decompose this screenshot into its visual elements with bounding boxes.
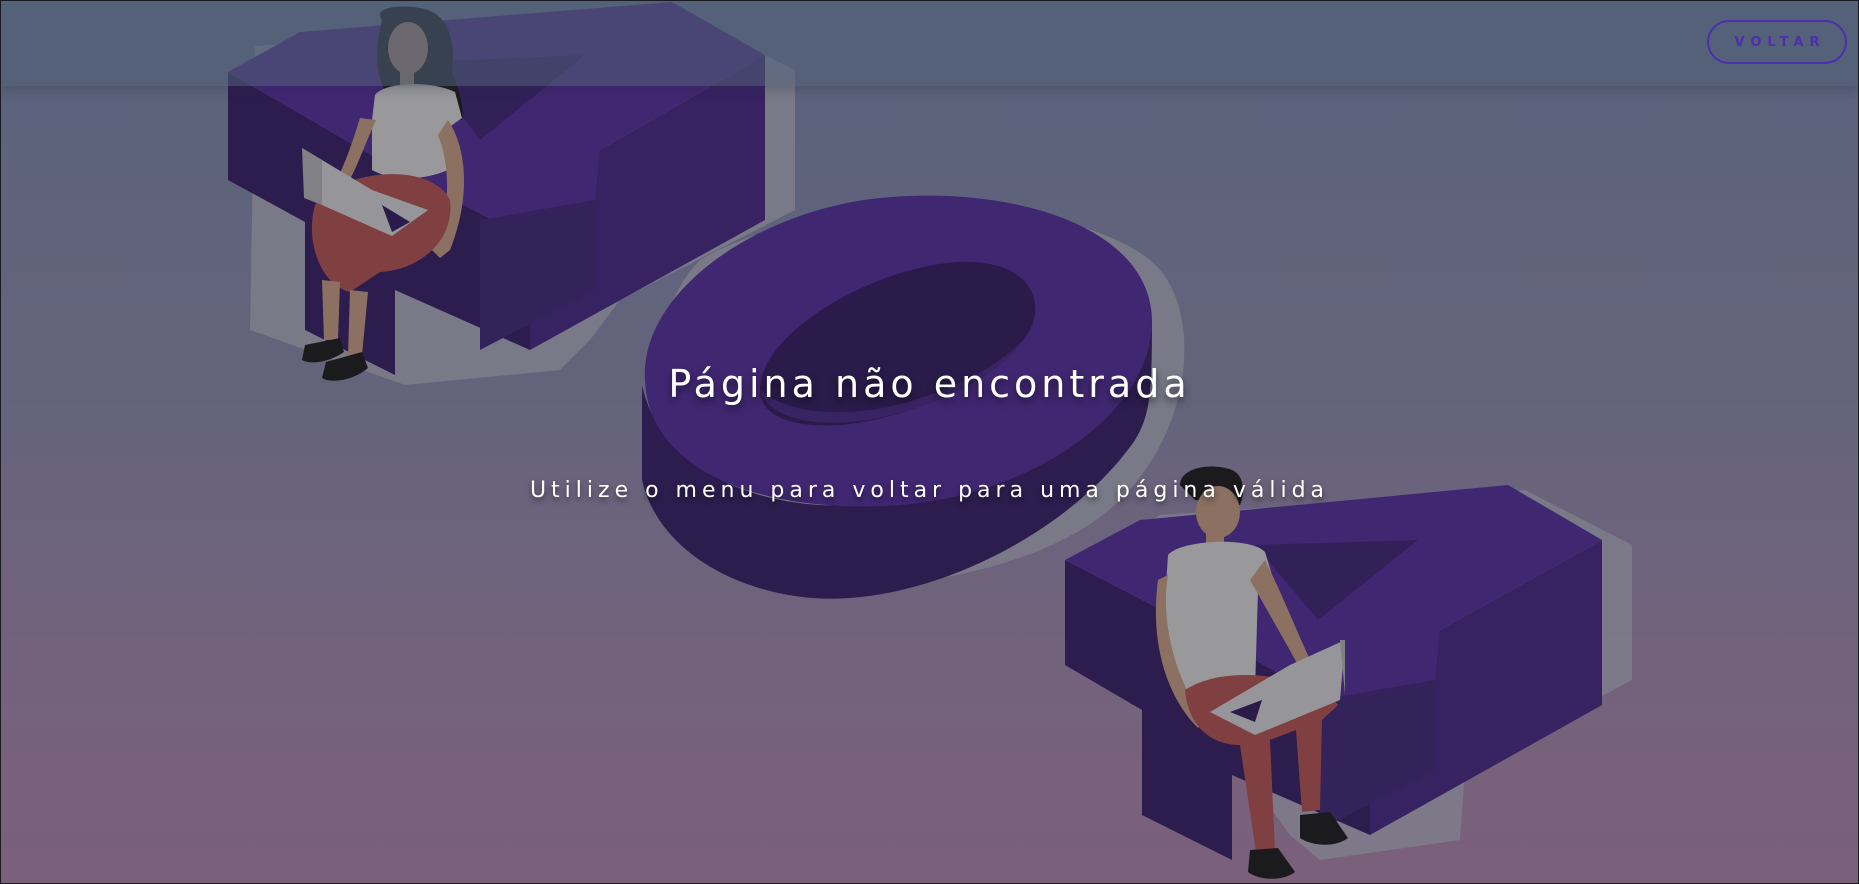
top-bar: VOLTAR [0,0,1859,86]
404-illustration [228,2,1632,879]
back-button[interactable]: VOLTAR [1707,20,1847,64]
numeral-four-right [1065,485,1632,860]
error-title: Página não encontrada [668,362,1191,406]
error-message: Utilize o menu para voltar para uma pági… [529,478,1330,503]
